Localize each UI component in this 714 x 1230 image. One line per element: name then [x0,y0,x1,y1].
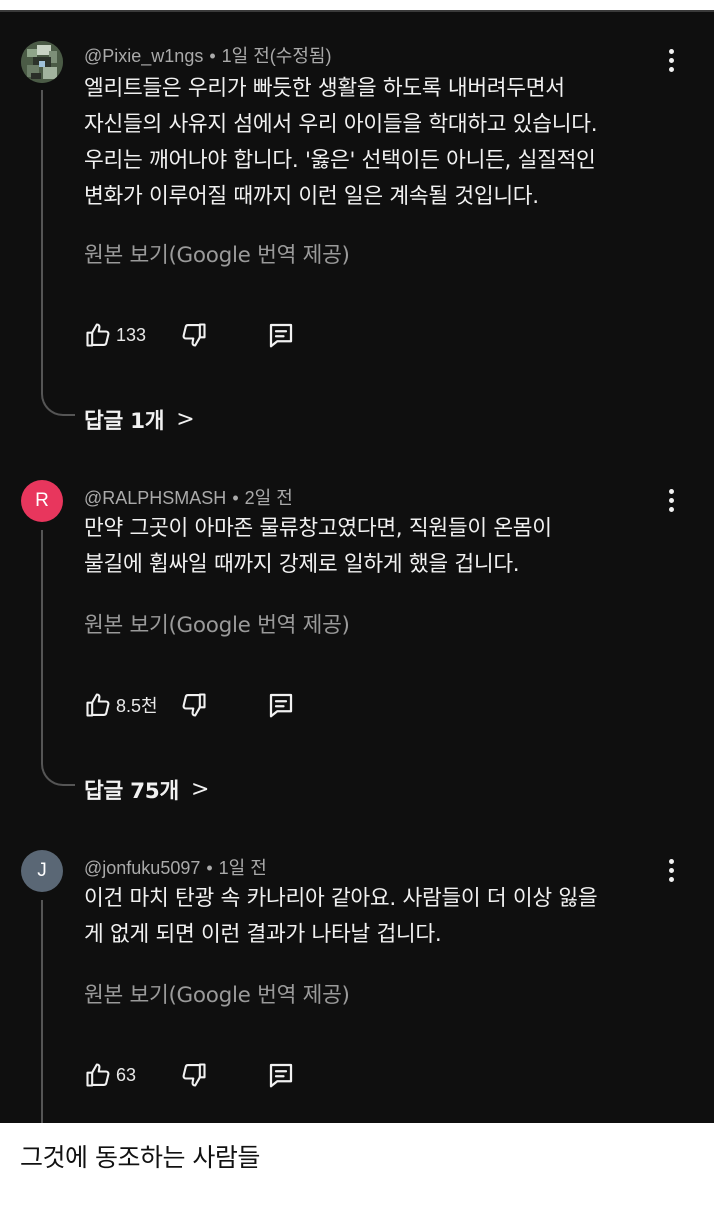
thumbs-up-icon [86,1063,110,1087]
thread-connector [41,388,75,416]
avatar[interactable]: R [21,480,63,522]
comment-line: 만약 그곳이 아마존 물류창고였다면, 직원들이 온몸이 [84,516,552,541]
timestamp: 2일 전 [244,488,293,508]
comment-icon [269,1063,293,1088]
thread-line [41,90,43,390]
replies-button[interactable]: 답글 1개 > [84,404,195,435]
comment-text: 엘리트들은 우리가 빠듯한 생활을 하도록 내버려두면서 자신들의 사유지 섬에… [84,71,684,215]
comment-text: 이건 마치 탄광 속 카나리아 같아요. 사람들이 더 이상 잃을 게 없게 되… [84,881,684,953]
comment-line: 이건 마치 탄광 속 카나리아 같아요. 사람들이 더 이상 잃을 [84,886,598,911]
comment-line: 게 없게 되면 이런 결과가 나타날 겁니다. [84,922,442,947]
timestamp: 1일 전 [218,858,267,878]
action-bar: 133 [84,318,384,352]
timestamp: 1일 전(수정됨) [221,46,332,66]
comment-line: 변화가 이루어질 때까지 이런 일은 계속될 것입니다. [84,184,539,209]
thumbs-up-icon [86,323,110,347]
like-count: 8.5천 [116,696,158,716]
replies-label: 답글 1개 [84,409,165,434]
like-count: 63 [116,1064,137,1085]
comment-line: 엘리트들은 우리가 빠듯한 생활을 하도록 내버려두면서 [84,76,565,101]
thread-line [41,900,43,1123]
like-button[interactable]: 63 [84,1058,136,1092]
comment-meta: @Pixie_w1ngs • 1일 전(수정됨) [84,42,331,68]
comment-line: 불길에 휩싸일 때까지 강제로 일하게 했을 겁니다. [84,552,520,577]
comment-icon [269,323,293,348]
comment-line: 우리는 깨어나야 합니다. '옳은' 선택이든 아니든, 실질적인 [84,148,596,173]
meta-separator: • [209,46,216,66]
reply-button[interactable] [266,688,296,722]
top-white-strip [0,0,714,10]
comment-icon [269,693,293,718]
dislike-button[interactable] [180,1058,208,1092]
avatar[interactable]: J [21,850,63,892]
see-original-link[interactable]: 원본 보기(Google 번역 제공) [84,608,350,639]
meta-separator: • [232,488,239,508]
see-original-link[interactable]: 원본 보기(Google 번역 제공) [84,238,350,269]
replies-button[interactable]: 답글 75개 > [84,774,209,805]
reply-button[interactable] [266,318,296,352]
dislike-button[interactable] [180,318,208,352]
thumbs-down-icon [182,693,206,717]
thumbs-down-icon [182,323,206,347]
comment-text: 만약 그곳이 아마존 물류창고였다면, 직원들이 온몸이 불길에 휩싸일 때까지… [84,511,684,583]
thread-connector [41,758,75,786]
comment-meta: @jonfuku5097 • 1일 전 [84,854,267,880]
dislike-button[interactable] [180,688,208,722]
thumbs-up-icon [86,693,110,717]
comment-line: 자신들의 사유지 섬에서 우리 아이들을 학대하고 있습니다. [84,112,598,137]
pixel-art-avatar-icon [21,41,63,83]
reply-button[interactable] [266,1058,296,1092]
like-count: 133 [116,324,147,345]
thumbs-down-icon [182,1063,206,1087]
caption-text: 그것에 동조하는 사람들 [20,1143,260,1172]
author-name[interactable]: @jonfuku5097 [84,858,200,878]
author-name[interactable]: @Pixie_w1ngs [84,46,203,66]
thread-line [41,530,43,760]
action-bar: 8.5천 [84,688,384,722]
youtube-comments-screenshot: @Pixie_w1ngs • 1일 전(수정됨) 엘리트들은 우리가 빠듯한 생활을… [0,0,714,1123]
chevron-right-icon: > [190,777,210,802]
replies-label: 답글 75개 [84,779,179,804]
comment-meta: @RALPHSMASH • 2일 전 [84,484,293,510]
author-name[interactable]: @RALPHSMASH [84,488,226,508]
top-divider [0,10,714,12]
avatar[interactable] [21,41,63,83]
meta-separator: • [206,858,213,878]
see-original-link[interactable]: 원본 보기(Google 번역 제공) [84,978,350,1009]
like-button[interactable]: 8.5천 [84,688,158,722]
action-bar: 63 [84,1058,384,1092]
chevron-right-icon: > [176,407,195,432]
like-button[interactable]: 133 [84,318,146,352]
